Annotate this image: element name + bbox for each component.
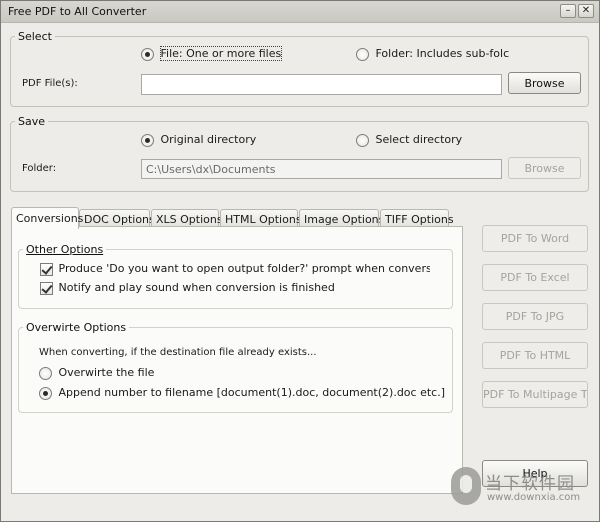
pdf-to-jpg-button[interactable]: PDF To JPG	[482, 303, 588, 330]
radio-select-directory[interactable]	[356, 133, 369, 147]
radio-folder-option[interactable]: Folder: Includes sub-folc	[356, 47, 509, 61]
save-group: Save	[10, 115, 589, 192]
window-title: Free PDF to All Converter	[8, 5, 147, 18]
radio-overwrite-file[interactable]	[39, 366, 52, 380]
overwrite-options-legend: Overwirte Options	[26, 321, 127, 334]
pdf-to-word-button[interactable]: PDF To Word	[482, 225, 588, 252]
radio-original-option[interactable]: Original directory	[141, 133, 256, 147]
radio-original-label: Original directory	[160, 133, 257, 146]
select-group: Select	[10, 30, 589, 107]
browse-folder-button[interactable]: Browse	[508, 157, 581, 179]
radio-file-label: File: One or more files	[159, 46, 283, 61]
pdf-files-input[interactable]	[141, 74, 502, 95]
conversions-panel: Other Options Produce 'Do you want to op…	[11, 226, 463, 494]
radio-select-option[interactable]: Select directory	[356, 133, 462, 147]
prompt-checkbox-label: Produce 'Do you want to open output fold…	[58, 262, 431, 275]
overwrite-file-option[interactable]: Overwirte the file	[39, 366, 154, 380]
radio-append-label: Append number to filename [document(1).d…	[58, 386, 446, 399]
radio-folder-label: Folder: Includes sub-folc	[375, 47, 510, 60]
other-options-group: Other Options	[18, 243, 453, 309]
other-options-legend: Other Options	[26, 243, 104, 256]
watermark-text: 当下软件园	[485, 474, 575, 494]
notify-checkbox[interactable]	[40, 281, 53, 295]
radio-original-directory[interactable]	[141, 133, 154, 147]
radio-select-label: Select directory	[375, 133, 463, 146]
notify-option[interactable]: Notify and play sound when conversion is…	[40, 281, 335, 295]
overwrite-description: When converting, if the destination file…	[39, 347, 317, 358]
tab-conversions[interactable]: Conversions	[11, 207, 83, 229]
notify-checkbox-label: Notify and play sound when conversion is…	[58, 281, 335, 294]
watermark-url: www.downxia.com	[487, 492, 581, 503]
radio-overwrite-label: Overwirte the file	[58, 366, 155, 379]
download-logo-icon	[451, 467, 481, 505]
pdf-to-tiff-button[interactable]: PDF To Multipage TIFF	[482, 381, 588, 408]
save-group-legend: Save	[18, 115, 46, 128]
pdf-to-html-button[interactable]: PDF To HTML	[482, 342, 588, 369]
minimize-button[interactable]: –	[560, 4, 576, 18]
main-window: Free PDF to All Converter – ✕ Select Fil…	[0, 0, 600, 522]
prompt-option[interactable]: Produce 'Do you want to open output fold…	[40, 262, 430, 276]
radio-append-number[interactable]	[39, 386, 52, 400]
append-number-option[interactable]: Append number to filename [document(1).d…	[39, 386, 445, 400]
prompt-checkbox[interactable]	[40, 262, 53, 276]
watermark: 当下软件园 www.downxia.com	[451, 467, 591, 513]
folder-input[interactable]: C:\Users\dx\Documents	[141, 159, 502, 179]
radio-folder[interactable]	[356, 47, 369, 61]
title-bar[interactable]: Free PDF to All Converter – ✕	[1, 1, 599, 23]
select-group-legend: Select	[18, 30, 52, 43]
close-button[interactable]: ✕	[578, 4, 594, 18]
pdf-to-excel-button[interactable]: PDF To Excel	[482, 264, 588, 291]
radio-file[interactable]	[141, 47, 154, 61]
browse-pdf-button[interactable]: Browse	[508, 72, 581, 94]
folder-label: Folder:	[22, 163, 57, 174]
radio-file-option[interactable]: File: One or more files	[141, 46, 283, 61]
pdf-files-label: PDF File(s):	[22, 78, 78, 89]
